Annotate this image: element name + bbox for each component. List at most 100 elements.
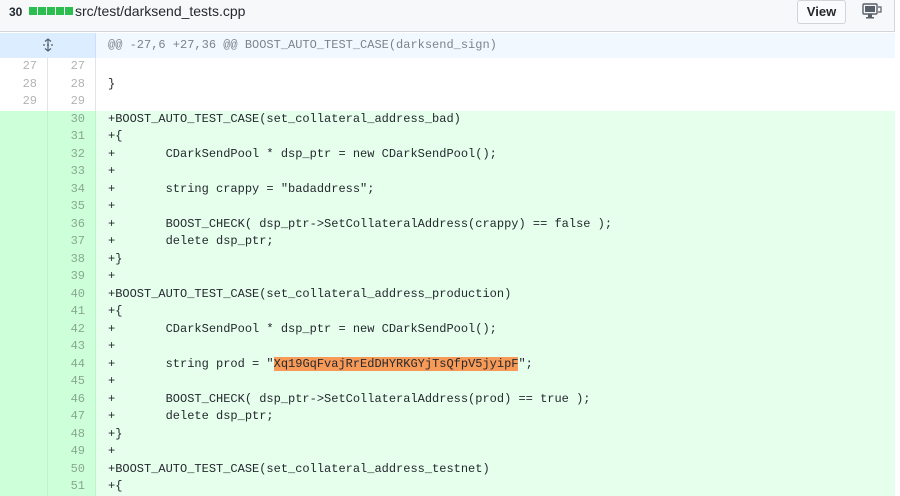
code-text: "; — [518, 356, 533, 371]
old-line-number[interactable] — [0, 320, 48, 338]
old-line-number[interactable] — [0, 163, 48, 181]
old-line-number[interactable] — [0, 443, 48, 461]
code-line: +} — [96, 250, 895, 268]
old-line-number[interactable] — [0, 390, 48, 408]
diff-line-added: 35 + — [0, 198, 895, 216]
file-path[interactable]: src/test/darksend_tests.cpp — [75, 3, 245, 20]
new-line-number[interactable]: 43 — [48, 338, 96, 356]
new-line-number[interactable]: 47 — [48, 408, 96, 426]
old-line-number[interactable] — [0, 250, 48, 268]
new-line-number[interactable]: 51 — [48, 478, 96, 496]
old-line-number[interactable] — [0, 355, 48, 373]
diff-line-added: 47 + delete dsp_ptr; — [0, 408, 895, 426]
new-line-number[interactable]: 29 — [48, 93, 96, 111]
code-line: + — [96, 163, 895, 181]
diff-line-added: 45 + — [0, 373, 895, 391]
code-line: +} — [96, 425, 895, 443]
code-line: + — [96, 198, 895, 216]
code-line: +BOOST_AUTO_TEST_CASE(set_collateral_add… — [96, 460, 895, 478]
diff-line-added: 43 + — [0, 338, 895, 356]
code-line: + delete dsp_ptr; — [96, 408, 895, 426]
diff-line-context: 27 27 — [0, 58, 895, 76]
hunk-expand[interactable] — [0, 33, 96, 58]
diff-line-added: 33 + — [0, 163, 895, 181]
code-line: + string prod = "Xq19GqFvajRrEdDHYRKGYjT… — [96, 355, 895, 373]
new-line-number[interactable]: 32 — [48, 145, 96, 163]
changes-count: 30 — [9, 5, 23, 19]
old-line-number[interactable] — [0, 338, 48, 356]
diff-line-added: 42 + CDarkSendPool * dsp_ptr = new CDarkS… — [0, 320, 895, 338]
code-line: + string crappy = "badaddress"; — [96, 180, 895, 198]
diffstat-block — [56, 7, 64, 15]
old-line-number[interactable] — [0, 460, 48, 478]
code-line: + delete dsp_ptr; — [96, 233, 895, 251]
new-line-number[interactable]: 50 — [48, 460, 96, 478]
new-line-number[interactable]: 34 — [48, 180, 96, 198]
old-line-number[interactable] — [0, 233, 48, 251]
old-line-number[interactable] — [0, 425, 48, 443]
view-file-button[interactable]: View — [797, 0, 846, 24]
diff-line-added: 50 +BOOST_AUTO_TEST_CASE(set_collateral_a… — [0, 460, 895, 478]
old-line-number[interactable] — [0, 268, 48, 286]
new-line-number[interactable]: 33 — [48, 163, 96, 181]
new-line-number[interactable]: 30 — [48, 110, 96, 128]
old-line-number[interactable]: 27 — [0, 58, 48, 76]
hunk-header: @@ -27,6 +27,36 @@ BOOST_AUTO_TEST_CASE(… — [96, 33, 895, 58]
diffstat-block — [29, 7, 37, 15]
old-line-number[interactable] — [0, 373, 48, 391]
diff-line-added: 34 + string crappy = "badaddress"; — [0, 180, 895, 198]
diff-line-added: 48 +} — [0, 425, 895, 443]
old-line-number[interactable]: 28 — [0, 75, 48, 93]
new-line-number[interactable]: 41 — [48, 303, 96, 321]
new-line-number[interactable]: 28 — [48, 75, 96, 93]
code-line — [96, 58, 895, 76]
old-line-number[interactable] — [0, 180, 48, 198]
diff-line-added: 38 +} — [0, 250, 895, 268]
code-line: } — [96, 75, 895, 93]
old-line-number[interactable] — [0, 145, 48, 163]
code-line: + — [96, 373, 895, 391]
old-line-number[interactable] — [0, 198, 48, 216]
new-line-number[interactable]: 39 — [48, 268, 96, 286]
code-line: + — [96, 338, 895, 356]
new-line-number[interactable]: 48 — [48, 425, 96, 443]
code-line — [96, 93, 895, 111]
new-line-number[interactable]: 31 — [48, 128, 96, 146]
diffstat-block — [38, 7, 46, 15]
old-line-number[interactable] — [0, 128, 48, 146]
old-line-number[interactable] — [0, 408, 48, 426]
code-line: + CDarkSendPool * dsp_ptr = new CDarkSen… — [96, 145, 895, 163]
diff-line-added: 46 + BOOST_CHECK( dsp_ptr->SetCollateralA… — [0, 390, 895, 408]
new-line-number[interactable]: 38 — [48, 250, 96, 268]
display-icon[interactable] — [858, 1, 884, 23]
code-line: + BOOST_CHECK( dsp_ptr->SetCollateralAdd… — [96, 390, 895, 408]
new-line-number[interactable]: 37 — [48, 233, 96, 251]
old-line-number[interactable] — [0, 285, 48, 303]
diffstat-block — [65, 7, 73, 15]
old-line-number[interactable] — [0, 215, 48, 233]
new-line-number[interactable]: 36 — [48, 215, 96, 233]
new-line-number[interactable]: 44 — [48, 355, 96, 373]
diff-line-added: 31 +{ — [0, 128, 895, 146]
new-line-number[interactable]: 40 — [48, 285, 96, 303]
file-header: 30 src/test/darksend_tests.cpp View — [0, 0, 895, 32]
new-line-number[interactable]: 45 — [48, 373, 96, 391]
old-line-number[interactable] — [0, 478, 48, 496]
diff-line-context: 29 29 — [0, 93, 895, 111]
highlighted-address: Xq19GqFvajRrEdDHYRKGYjTsQfpV5jyipF — [273, 356, 519, 371]
unfold-icon[interactable] — [41, 38, 55, 52]
old-line-number[interactable] — [0, 110, 48, 128]
new-line-number[interactable]: 27 — [48, 58, 96, 76]
new-line-number[interactable]: 46 — [48, 390, 96, 408]
new-line-number[interactable]: 42 — [48, 320, 96, 338]
old-line-number[interactable] — [0, 303, 48, 321]
diff-line-added: 40 +BOOST_AUTO_TEST_CASE(set_collateral_a… — [0, 285, 895, 303]
code-line: + BOOST_CHECK( dsp_ptr->SetCollateralAdd… — [96, 215, 895, 233]
diff-table: @@ -27,6 +27,36 @@ BOOST_AUTO_TEST_CASE(… — [0, 33, 895, 496]
new-line-number[interactable]: 35 — [48, 198, 96, 216]
code-line: +BOOST_AUTO_TEST_CASE(set_collateral_add… — [96, 110, 895, 128]
diff-line-added: 51 +{ — [0, 478, 895, 496]
old-line-number[interactable]: 29 — [0, 93, 48, 111]
new-line-number[interactable]: 49 — [48, 443, 96, 461]
diff-line-added: 41 +{ — [0, 303, 895, 321]
